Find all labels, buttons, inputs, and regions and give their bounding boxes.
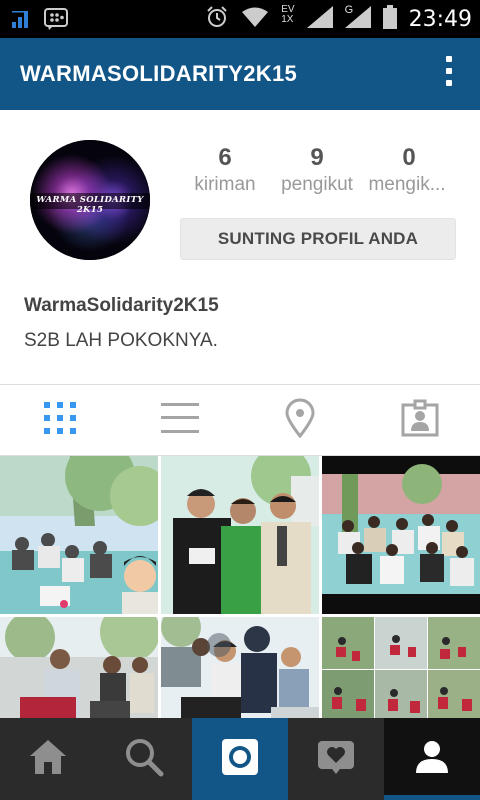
camera-icon xyxy=(220,737,260,782)
posts-count-value: 6 xyxy=(218,144,232,171)
photo-thumbnail-2[interactable] xyxy=(161,456,319,614)
following-count[interactable]: 0 mengik... xyxy=(364,144,454,196)
avatar[interactable]: WARMA SOLIDARITY 2K15 xyxy=(30,140,150,260)
followers-count[interactable]: 9 pengikut xyxy=(272,144,362,196)
following-count-value: 0 xyxy=(402,144,416,171)
profile-name: WarmaSolidarity2K15 xyxy=(24,295,219,316)
tab-location-view[interactable] xyxy=(240,385,360,455)
tab-list-view[interactable] xyxy=(120,385,240,455)
following-count-label: mengik... xyxy=(368,174,446,195)
followers-count-label: pengikut xyxy=(281,174,353,195)
search-icon xyxy=(124,737,164,782)
list-icon xyxy=(161,401,199,440)
overflow-menu-icon[interactable] xyxy=(444,56,454,94)
home-icon xyxy=(28,738,68,781)
signal-icon xyxy=(306,5,333,33)
wifi-icon xyxy=(241,6,269,33)
profile-username-title: WARMASOLIDARITY2K15 xyxy=(20,61,298,86)
status-bar: EV 1X G 23:49 xyxy=(0,0,480,38)
network-type-label: EV 1X xyxy=(281,4,295,25)
alarm-icon xyxy=(205,5,229,34)
bottom-navigation xyxy=(0,718,480,800)
profile-stats: 6 kiriman 9 pengikut 0 mengik... xyxy=(186,144,456,204)
tab-grid-view[interactable] xyxy=(0,385,120,455)
status-time: 23:49 xyxy=(408,6,472,32)
nav-profile[interactable] xyxy=(384,718,480,800)
avatar-logo-text: WARMA SOLIDARITY 2K15 xyxy=(36,195,144,215)
storage-icon xyxy=(10,8,30,35)
nav-home[interactable] xyxy=(0,718,96,800)
profile-view-tabs xyxy=(0,384,480,456)
profile-section: WARMA SOLIDARITY 2K15 6 kiriman 9 pengik… xyxy=(0,110,480,384)
tagged-photos-icon xyxy=(401,399,439,442)
app-header: WARMASOLIDARITY2K15 xyxy=(0,38,480,110)
posts-count: 6 kiriman xyxy=(180,144,270,196)
grid-icon xyxy=(42,400,78,441)
edit-profile-button[interactable]: SUNTING PROFIL ANDA xyxy=(180,218,456,260)
profile-icon xyxy=(414,739,450,780)
followers-count-value: 9 xyxy=(310,144,324,171)
nav-search[interactable] xyxy=(96,718,192,800)
nav-camera[interactable] xyxy=(192,718,288,800)
battery-icon xyxy=(382,4,397,34)
nav-activity[interactable] xyxy=(288,718,384,800)
bbm-icon xyxy=(44,8,68,35)
profile-bio: S2B LAH POKOKNYA. xyxy=(24,330,218,351)
photo-grid xyxy=(0,456,480,775)
posts-count-label: kiriman xyxy=(194,174,256,195)
location-pin-icon xyxy=(284,398,316,443)
tab-tagged-photos[interactable] xyxy=(360,385,480,455)
photo-thumbnail-1[interactable] xyxy=(0,456,158,614)
activity-heart-icon xyxy=(316,737,356,782)
signal-2-icon: G xyxy=(344,4,371,33)
photo-thumbnail-3[interactable] xyxy=(322,456,480,614)
